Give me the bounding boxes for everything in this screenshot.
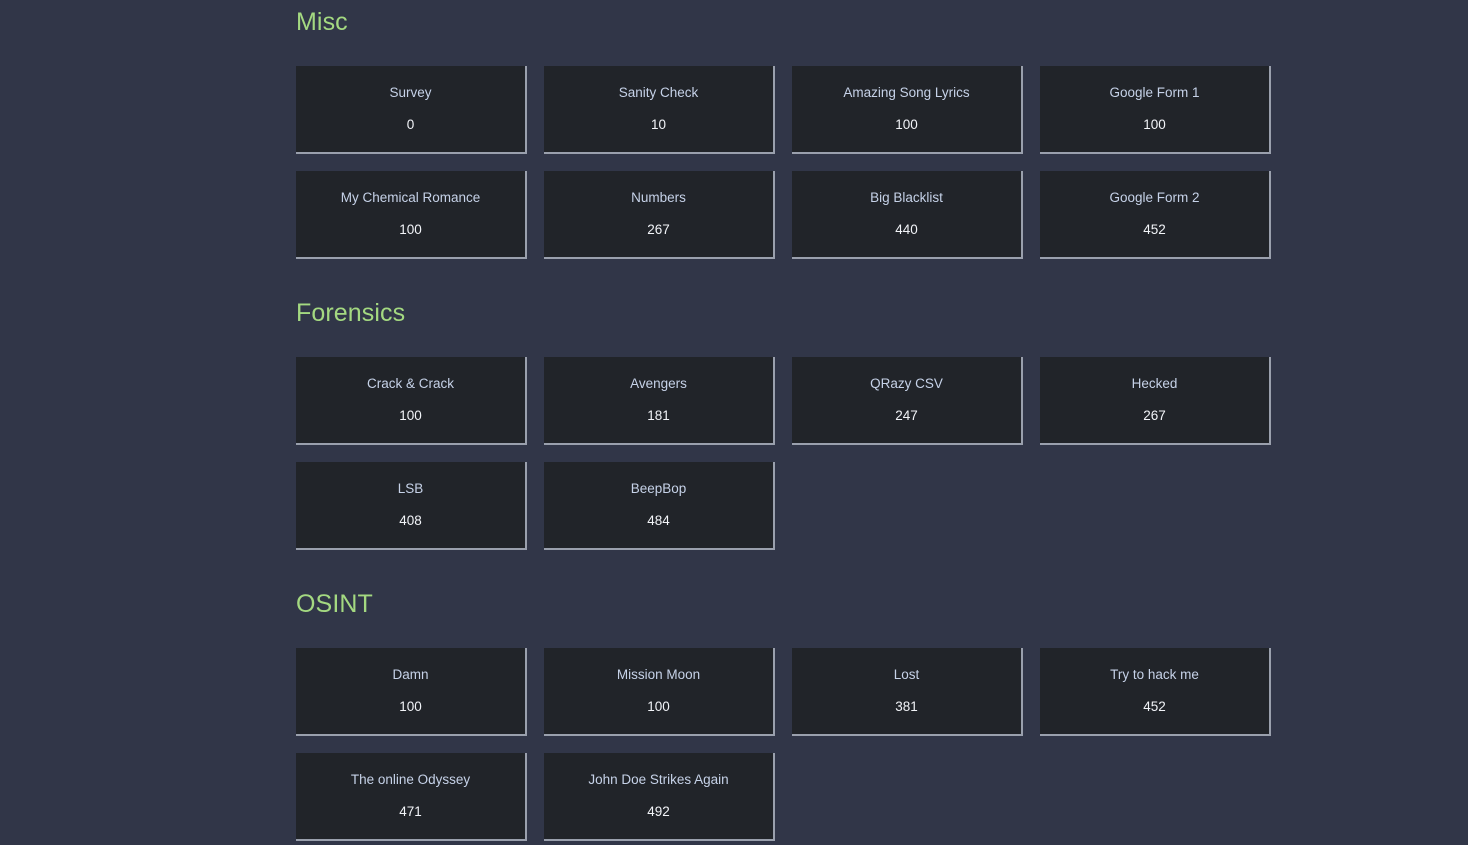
category-section-misc: Misc Survey 0 Sanity Check 10 Amazing So… [296, 0, 1468, 259]
challenge-points: 100 [399, 222, 422, 237]
challenge-points: 247 [895, 408, 918, 423]
challenge-card[interactable]: QRazy CSV 247 [792, 357, 1023, 445]
challenge-card[interactable]: Avengers 181 [544, 357, 775, 445]
challenge-card[interactable]: Hecked 267 [1040, 357, 1271, 445]
challenge-title: Mission Moon [616, 666, 701, 682]
challenge-points: 267 [647, 222, 670, 237]
challenge-title: QRazy CSV [870, 375, 943, 391]
challenge-title: BeepBop [630, 480, 687, 496]
challenge-title: Google Form 2 [1109, 189, 1200, 205]
challenge-points: 452 [1143, 222, 1166, 237]
challenge-card[interactable]: Survey 0 [296, 66, 527, 154]
challenge-title: Big Blacklist [870, 189, 943, 205]
challenge-title: The online Odyssey [350, 771, 471, 787]
challenge-title: Amazing Song Lyrics [843, 84, 970, 100]
challenge-title: Lost [893, 666, 920, 682]
challenge-title: Survey [389, 84, 432, 100]
challenge-title: Try to hack me [1110, 666, 1199, 682]
challenge-card[interactable]: Google Form 2 452 [1040, 171, 1271, 259]
category-section-forensics: Forensics Crack & Crack 100 Avengers 181… [296, 259, 1468, 550]
challenge-title: Crack & Crack [366, 375, 454, 391]
challenge-title: Avengers [630, 375, 687, 391]
challenge-points: 100 [647, 699, 670, 714]
challenge-card[interactable]: Lost 381 [792, 648, 1023, 736]
challenge-card[interactable]: Google Form 1 100 [1040, 66, 1271, 154]
challenge-card[interactable]: Sanity Check 10 [544, 66, 775, 154]
challenge-points: 267 [1143, 408, 1166, 423]
challenge-title: LSB [397, 480, 424, 496]
challenge-card[interactable]: Numbers 267 [544, 171, 775, 259]
challenge-title: Sanity Check [618, 84, 699, 100]
challenge-points: 100 [399, 699, 422, 714]
challenge-card[interactable]: John Doe Strikes Again 492 [544, 753, 775, 841]
challenge-title: John Doe Strikes Again [588, 771, 729, 787]
challenge-grid-misc: Survey 0 Sanity Check 10 Amazing Song Ly… [296, 66, 1271, 259]
challenge-points: 452 [1143, 699, 1166, 714]
challenge-points: 440 [895, 222, 918, 237]
challenge-card[interactable]: Crack & Crack 100 [296, 357, 527, 445]
challenge-points: 100 [399, 408, 422, 423]
challenge-title: Damn [392, 666, 429, 682]
challenge-card[interactable]: The online Odyssey 471 [296, 753, 527, 841]
challenge-points: 484 [647, 513, 670, 528]
category-title-forensics: Forensics [296, 299, 406, 327]
challenge-card[interactable]: Try to hack me 452 [1040, 648, 1271, 736]
challenge-points: 408 [399, 513, 422, 528]
challenge-title: My Chemical Romance [340, 189, 481, 205]
challenge-card[interactable]: Big Blacklist 440 [792, 171, 1023, 259]
challenge-points: 471 [399, 804, 422, 819]
challenge-title: Hecked [1131, 375, 1178, 391]
challenge-points: 100 [1143, 117, 1166, 132]
challenge-title: Google Form 1 [1109, 84, 1200, 100]
challenge-points: 0 [406, 117, 415, 132]
category-title-misc: Misc [296, 8, 348, 36]
challenge-card[interactable]: Mission Moon 100 [544, 648, 775, 736]
challenge-card[interactable]: LSB 408 [296, 462, 527, 550]
challenge-board: Misc Survey 0 Sanity Check 10 Amazing So… [0, 0, 1468, 841]
challenge-points: 100 [895, 117, 918, 132]
challenge-points: 10 [650, 117, 667, 132]
category-section-osint: OSINT Damn 100 Mission Moon 100 Lost 381… [296, 550, 1468, 841]
challenge-grid-osint: Damn 100 Mission Moon 100 Lost 381 Try t… [296, 648, 1271, 841]
challenge-points: 492 [647, 804, 670, 819]
challenge-points: 181 [647, 408, 670, 423]
challenge-card[interactable]: Amazing Song Lyrics 100 [792, 66, 1023, 154]
challenge-card[interactable]: Damn 100 [296, 648, 527, 736]
challenge-card[interactable]: My Chemical Romance 100 [296, 171, 527, 259]
challenge-card[interactable]: BeepBop 484 [544, 462, 775, 550]
challenge-title: Numbers [631, 189, 686, 205]
category-title-osint: OSINT [296, 590, 373, 618]
challenge-grid-forensics: Crack & Crack 100 Avengers 181 QRazy CSV… [296, 357, 1271, 550]
challenge-points: 381 [895, 699, 918, 714]
